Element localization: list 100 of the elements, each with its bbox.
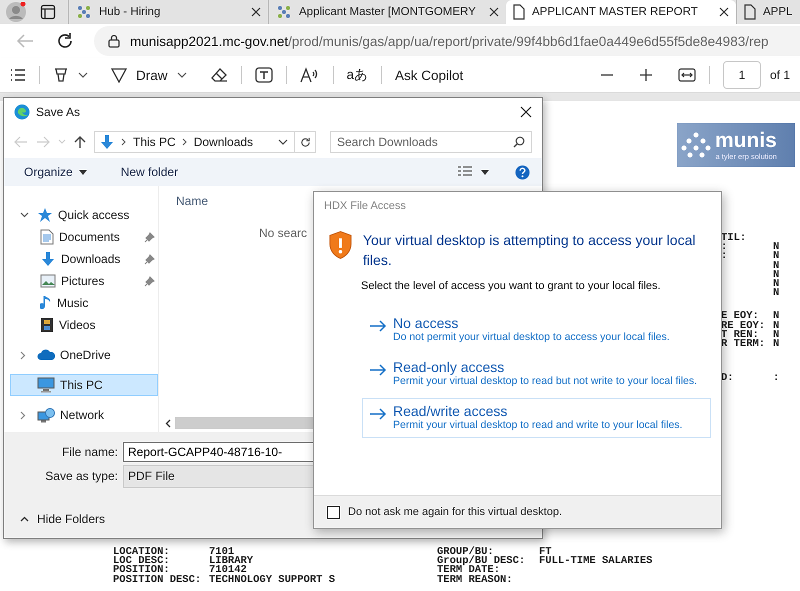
close-icon[interactable] bbox=[520, 106, 532, 118]
breadcrumb-item[interactable]: This PC bbox=[133, 135, 176, 149]
report-value: FT bbox=[539, 548, 552, 558]
report-value: 710142 bbox=[209, 566, 247, 576]
chevron-down-icon[interactable] bbox=[176, 72, 187, 78]
browser-logo-icon bbox=[14, 104, 30, 120]
breadcrumb-item[interactable]: Downloads bbox=[194, 135, 254, 149]
report-value: N bbox=[773, 262, 780, 271]
read-aloud-icon[interactable] bbox=[300, 67, 320, 83]
document-icon bbox=[744, 4, 756, 20]
tab-actions-icon[interactable] bbox=[40, 4, 56, 20]
chevron-left-icon[interactable] bbox=[165, 418, 171, 428]
view-options-icon[interactable] bbox=[457, 166, 473, 178]
folder-tree-item[interactable]: OneDrive bbox=[10, 344, 158, 366]
pin-icon[interactable] bbox=[144, 232, 155, 242]
page-number-field[interactable]: 1 bbox=[722, 61, 761, 89]
search-field[interactable]: Search Downloads bbox=[330, 131, 532, 153]
chevron-up-icon bbox=[20, 516, 29, 522]
report-value: LIBRARY bbox=[209, 557, 254, 566]
zoom-in-icon[interactable] bbox=[638, 68, 653, 82]
chevron-right-icon[interactable] bbox=[20, 350, 26, 360]
save-type-label: Save as type: bbox=[44, 469, 118, 483]
report-label: POSITION: bbox=[113, 566, 170, 576]
checkbox[interactable] bbox=[327, 506, 340, 518]
report-value: N bbox=[773, 289, 780, 298]
report-value: 7101 bbox=[209, 548, 234, 558]
report-label: LOC DESC: bbox=[113, 557, 171, 566]
download-icon bbox=[40, 251, 56, 267]
folder-tree-item[interactable]: This PC bbox=[10, 374, 158, 396]
chevron-down-icon[interactable] bbox=[78, 72, 88, 78]
download-icon bbox=[99, 134, 115, 150]
draw-label[interactable]: Draw bbox=[136, 68, 168, 82]
translate-button[interactable]: aあ bbox=[346, 66, 368, 84]
url-text: munisapp2021.mc-gov.net/prod/munis/gas/app/ua/report/private/99f4bb6d1fae0a449e6d55f5de8e4983/rep bbox=[130, 34, 768, 48]
checkbox-label[interactable]: Do not ask me again for this virtual desktop. bbox=[348, 506, 562, 518]
eraser-icon[interactable] bbox=[210, 67, 228, 83]
chevron-down-icon[interactable] bbox=[278, 139, 288, 145]
report-value: FULL-TIME SALARIES bbox=[539, 557, 652, 566]
report-value: N bbox=[773, 243, 780, 252]
logo-name: munis bbox=[715, 130, 777, 152]
browser-tab[interactable]: APPLICANT MASTER REPORT bbox=[506, 0, 736, 24]
report-value: N bbox=[773, 340, 780, 350]
folder-tree-item[interactable]: Videos bbox=[10, 314, 158, 336]
browser-tab[interactable]: APPL bbox=[736, 0, 800, 24]
folder-tree-item[interactable]: Quick access bbox=[10, 204, 158, 226]
highlighter-icon[interactable] bbox=[53, 67, 69, 83]
document-icon bbox=[40, 229, 54, 245]
breadcrumb-bar[interactable]: This PC Downloads bbox=[94, 131, 316, 153]
address-bar[interactable]: munisapp2021.mc-gov.net/prod/munis/gas/app/ua/report/private/99f4bb6d1fae0a449e6d55f5de8e4983/rep bbox=[94, 26, 800, 56]
up-arrow-icon[interactable] bbox=[74, 135, 86, 149]
close-icon[interactable] bbox=[719, 7, 729, 17]
browser-tab[interactable]: Hub - Hiring bbox=[68, 0, 268, 24]
organize-button[interactable]: Organize bbox=[24, 165, 87, 179]
network-icon bbox=[37, 407, 55, 423]
dialog-heading: Your virtual desktop is attempting to access your local files. bbox=[362, 231, 696, 270]
report-value: N bbox=[773, 312, 780, 322]
report-value: TECHNOLOGY SUPPORT S bbox=[209, 576, 336, 585]
instruction-text: Select the level of access you want to grant to your local files. bbox=[361, 280, 662, 292]
new-folder-button[interactable]: New folder bbox=[120, 165, 178, 179]
folder-tree-item[interactable]: Pictures bbox=[10, 270, 158, 292]
text-box-icon[interactable] bbox=[254, 67, 273, 83]
chevron-down-icon[interactable] bbox=[20, 212, 29, 218]
close-icon[interactable] bbox=[489, 7, 499, 17]
site-logo-icon bbox=[276, 4, 292, 20]
report-value: N bbox=[773, 280, 780, 290]
folder-tree-item[interactable]: Music bbox=[10, 292, 158, 314]
folder-tree-item[interactable]: Downloads bbox=[10, 248, 158, 270]
report-label: POSITION DESC: bbox=[113, 576, 202, 585]
hide-folders-button[interactable]: Hide Folders bbox=[20, 512, 106, 526]
chevron-right-icon bbox=[121, 138, 127, 146]
music-note-icon bbox=[40, 295, 52, 311]
access-option[interactable]: Read/write access Permit your virtual desktop to read and write to your local files. bbox=[362, 398, 711, 438]
report-label: LOCATION: bbox=[113, 548, 171, 558]
pin-icon[interactable] bbox=[144, 254, 155, 264]
contents-list-icon[interactable] bbox=[10, 69, 26, 81]
star-icon bbox=[37, 207, 53, 223]
ask-copilot-button[interactable]: Ask Copilot bbox=[395, 68, 464, 82]
warning-shield-icon bbox=[328, 230, 353, 260]
dots-logo-icon bbox=[681, 132, 711, 158]
access-option[interactable]: No access Do not permit your virtual desktop to access your local files. bbox=[362, 310, 711, 350]
empty-message: No searc bbox=[259, 226, 308, 240]
help-icon[interactable] bbox=[515, 164, 530, 180]
page-count: of 1 bbox=[770, 68, 790, 82]
folder-tree-item[interactable]: Documents bbox=[10, 226, 158, 248]
caret-icon[interactable] bbox=[481, 170, 489, 174]
access-option[interactable]: Read-only access Permit your virtual desktop to read but not write to your local files. bbox=[362, 354, 711, 394]
film-icon bbox=[40, 317, 54, 333]
column-header[interactable]: Name bbox=[176, 194, 208, 208]
file-name-label: File name: bbox=[60, 445, 118, 459]
report-label: TERM REASON: bbox=[437, 576, 514, 585]
refresh-icon[interactable] bbox=[56, 32, 74, 50]
arrow-right-icon bbox=[369, 364, 387, 376]
profile-avatar[interactable] bbox=[6, 2, 26, 22]
folder-tree-item[interactable]: Network bbox=[10, 404, 158, 426]
pin-icon[interactable] bbox=[144, 276, 155, 286]
close-icon[interactable] bbox=[251, 7, 261, 17]
fit-width-icon[interactable] bbox=[678, 68, 696, 82]
chevron-right-icon[interactable] bbox=[20, 410, 26, 420]
caret-icon bbox=[78, 170, 87, 174]
report-label: TERM DATE: bbox=[437, 566, 500, 576]
